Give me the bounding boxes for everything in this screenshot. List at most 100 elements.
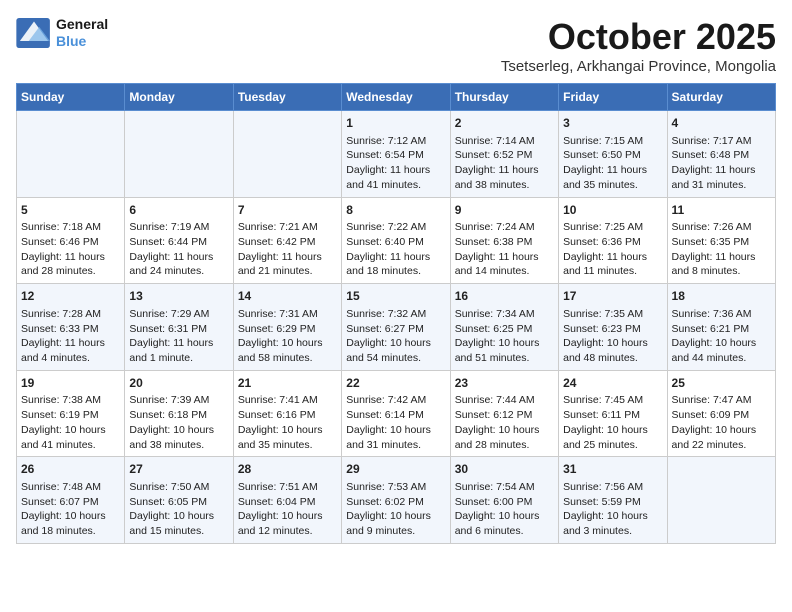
weekday-header-wednesday: Wednesday bbox=[342, 84, 450, 111]
calendar-cell: 30Sunrise: 7:54 AM Sunset: 6:00 PM Dayli… bbox=[450, 457, 558, 544]
calendar-cell: 11Sunrise: 7:26 AM Sunset: 6:35 PM Dayli… bbox=[667, 197, 775, 284]
calendar-cell: 1Sunrise: 7:12 AM Sunset: 6:54 PM Daylig… bbox=[342, 111, 450, 198]
calendar-cell: 17Sunrise: 7:35 AM Sunset: 6:23 PM Dayli… bbox=[559, 284, 667, 371]
calendar-cell: 27 Sunrise: 7:50 AM Sunset: 6:05 PM Dayli… bbox=[125, 457, 233, 544]
day-number: 19 bbox=[21, 375, 120, 392]
weekday-header-monday: Monday bbox=[125, 84, 233, 111]
calendar-week-row: 19Sunrise: 7:38 AM Sunset: 6:19 PM Dayli… bbox=[17, 370, 776, 457]
day-number: 31 bbox=[563, 461, 662, 478]
day-number: 29 bbox=[346, 461, 445, 478]
weekday-header-tuesday: Tuesday bbox=[233, 84, 341, 111]
calendar-cell: 12Sunrise: 7:28 AM Sunset: 6:33 PM Dayli… bbox=[17, 284, 125, 371]
calendar-cell: 28Sunrise: 7:51 AM Sunset: 6:04 PM Dayli… bbox=[233, 457, 341, 544]
calendar-cell: 4 Sunrise: 7:17 AM Sunset: 6:48 PM Daylig… bbox=[667, 111, 775, 198]
day-info: Sunrise: 7:17 AM Sunset: 6:48 PM Dayligh… bbox=[672, 134, 771, 193]
day-info: Sunrise: 7:32 AM Sunset: 6:27 PM Dayligh… bbox=[346, 307, 445, 366]
day-number: 21 bbox=[238, 375, 337, 392]
day-number: 9 bbox=[455, 202, 554, 219]
day-info: Sunrise: 7:14 AM Sunset: 6:52 PM Dayligh… bbox=[455, 134, 554, 193]
day-info: Sunrise: 7:50 AM Sunset: 6:05 PM Dayligh… bbox=[129, 480, 228, 539]
day-info: Sunrise: 7:15 AM Sunset: 6:50 PM Dayligh… bbox=[563, 134, 662, 193]
calendar-cell: 25Sunrise: 7:47 AM Sunset: 6:09 PM Dayli… bbox=[667, 370, 775, 457]
day-number: 28 bbox=[238, 461, 337, 478]
calendar-cell: 7Sunrise: 7:21 AM Sunset: 6:42 PM Daylig… bbox=[233, 197, 341, 284]
logo: General Blue bbox=[16, 16, 108, 50]
day-number: 1 bbox=[346, 115, 445, 132]
day-info: Sunrise: 7:18 AM Sunset: 6:46 PM Dayligh… bbox=[21, 220, 120, 279]
day-info: Sunrise: 7:24 AM Sunset: 6:38 PM Dayligh… bbox=[455, 220, 554, 279]
page-header: General Blue October 2025 Tsetserleg, Ar… bbox=[16, 16, 776, 75]
calendar-cell: 21Sunrise: 7:41 AM Sunset: 6:16 PM Dayli… bbox=[233, 370, 341, 457]
calendar-cell: 8Sunrise: 7:22 AM Sunset: 6:40 PM Daylig… bbox=[342, 197, 450, 284]
day-number: 2 bbox=[455, 115, 554, 132]
calendar-cell bbox=[17, 111, 125, 198]
day-number: 30 bbox=[455, 461, 554, 478]
day-number: 20 bbox=[129, 375, 228, 392]
month-title: October 2025 bbox=[501, 16, 776, 58]
day-info: Sunrise: 7:36 AM Sunset: 6:21 PM Dayligh… bbox=[672, 307, 771, 366]
calendar-cell: 5Sunrise: 7:18 AM Sunset: 6:46 PM Daylig… bbox=[17, 197, 125, 284]
day-number: 4 bbox=[672, 115, 771, 132]
calendar-cell: 29 Sunrise: 7:53 AM Sunset: 6:02 PM Dayli… bbox=[342, 457, 450, 544]
day-number: 27 bbox=[129, 461, 228, 478]
day-info: Sunrise: 7:34 AM Sunset: 6:25 PM Dayligh… bbox=[455, 307, 554, 366]
day-number: 15 bbox=[346, 288, 445, 305]
day-number: 18 bbox=[672, 288, 771, 305]
day-number: 6 bbox=[129, 202, 228, 219]
day-number: 10 bbox=[563, 202, 662, 219]
day-number: 17 bbox=[563, 288, 662, 305]
calendar-cell: 18 Sunrise: 7:36 AM Sunset: 6:21 PM Dayli… bbox=[667, 284, 775, 371]
day-number: 13 bbox=[129, 288, 228, 305]
weekday-header-saturday: Saturday bbox=[667, 84, 775, 111]
weekday-header-friday: Friday bbox=[559, 84, 667, 111]
day-number: 24 bbox=[563, 375, 662, 392]
day-info: Sunrise: 7:44 AM Sunset: 6:12 PM Dayligh… bbox=[455, 393, 554, 452]
calendar-week-row: 12Sunrise: 7:28 AM Sunset: 6:33 PM Dayli… bbox=[17, 284, 776, 371]
day-number: 7 bbox=[238, 202, 337, 219]
calendar-cell: 26Sunrise: 7:48 AM Sunset: 6:07 PM Dayli… bbox=[17, 457, 125, 544]
calendar-cell: 16 Sunrise: 7:34 AM Sunset: 6:25 PM Dayli… bbox=[450, 284, 558, 371]
calendar-cell: 9Sunrise: 7:24 AM Sunset: 6:38 PM Daylig… bbox=[450, 197, 558, 284]
calendar-cell: 23Sunrise: 7:44 AM Sunset: 6:12 PM Dayli… bbox=[450, 370, 558, 457]
day-number: 5 bbox=[21, 202, 120, 219]
calendar-cell: 6Sunrise: 7:19 AM Sunset: 6:44 PM Daylig… bbox=[125, 197, 233, 284]
day-info: Sunrise: 7:56 AM Sunset: 5:59 PM Dayligh… bbox=[563, 480, 662, 539]
day-info: Sunrise: 7:21 AM Sunset: 6:42 PM Dayligh… bbox=[238, 220, 337, 279]
day-number: 14 bbox=[238, 288, 337, 305]
calendar-cell bbox=[233, 111, 341, 198]
title-block: October 2025 Tsetserleg, Arkhangai Provi… bbox=[501, 16, 776, 75]
calendar-cell: 2 Sunrise: 7:14 AM Sunset: 6:52 PM Daylig… bbox=[450, 111, 558, 198]
day-info: Sunrise: 7:25 AM Sunset: 6:36 PM Dayligh… bbox=[563, 220, 662, 279]
logo-icon bbox=[16, 18, 52, 48]
calendar-cell: 22Sunrise: 7:42 AM Sunset: 6:14 PM Dayli… bbox=[342, 370, 450, 457]
day-number: 16 bbox=[455, 288, 554, 305]
day-info: Sunrise: 7:42 AM Sunset: 6:14 PM Dayligh… bbox=[346, 393, 445, 452]
calendar-cell: 10Sunrise: 7:25 AM Sunset: 6:36 PM Dayli… bbox=[559, 197, 667, 284]
calendar-cell: 15 Sunrise: 7:32 AM Sunset: 6:27 PM Dayli… bbox=[342, 284, 450, 371]
day-info: Sunrise: 7:22 AM Sunset: 6:40 PM Dayligh… bbox=[346, 220, 445, 279]
day-number: 22 bbox=[346, 375, 445, 392]
day-info: Sunrise: 7:45 AM Sunset: 6:11 PM Dayligh… bbox=[563, 393, 662, 452]
day-number: 25 bbox=[672, 375, 771, 392]
day-number: 26 bbox=[21, 461, 120, 478]
calendar-cell: 24Sunrise: 7:45 AM Sunset: 6:11 PM Dayli… bbox=[559, 370, 667, 457]
day-info: Sunrise: 7:47 AM Sunset: 6:09 PM Dayligh… bbox=[672, 393, 771, 452]
day-info: Sunrise: 7:38 AM Sunset: 6:19 PM Dayligh… bbox=[21, 393, 120, 452]
day-info: Sunrise: 7:29 AM Sunset: 6:31 PM Dayligh… bbox=[129, 307, 228, 366]
calendar-cell: 3Sunrise: 7:15 AM Sunset: 6:50 PM Daylig… bbox=[559, 111, 667, 198]
day-info: Sunrise: 7:31 AM Sunset: 6:29 PM Dayligh… bbox=[238, 307, 337, 366]
day-info: Sunrise: 7:26 AM Sunset: 6:35 PM Dayligh… bbox=[672, 220, 771, 279]
calendar-cell: 13 Sunrise: 7:29 AM Sunset: 6:31 PM Dayli… bbox=[125, 284, 233, 371]
calendar-cell: 31 Sunrise: 7:56 AM Sunset: 5:59 PM Dayli… bbox=[559, 457, 667, 544]
day-number: 8 bbox=[346, 202, 445, 219]
logo-text: General Blue bbox=[56, 16, 108, 50]
calendar-cell: 19Sunrise: 7:38 AM Sunset: 6:19 PM Dayli… bbox=[17, 370, 125, 457]
calendar-cell: 14 Sunrise: 7:31 AM Sunset: 6:29 PM Dayli… bbox=[233, 284, 341, 371]
calendar-cell bbox=[125, 111, 233, 198]
day-number: 12 bbox=[21, 288, 120, 305]
calendar-cell: 20Sunrise: 7:39 AM Sunset: 6:18 PM Dayli… bbox=[125, 370, 233, 457]
calendar-week-row: 1Sunrise: 7:12 AM Sunset: 6:54 PM Daylig… bbox=[17, 111, 776, 198]
day-info: Sunrise: 7:19 AM Sunset: 6:44 PM Dayligh… bbox=[129, 220, 228, 279]
day-number: 11 bbox=[672, 202, 771, 219]
day-info: Sunrise: 7:53 AM Sunset: 6:02 PM Dayligh… bbox=[346, 480, 445, 539]
